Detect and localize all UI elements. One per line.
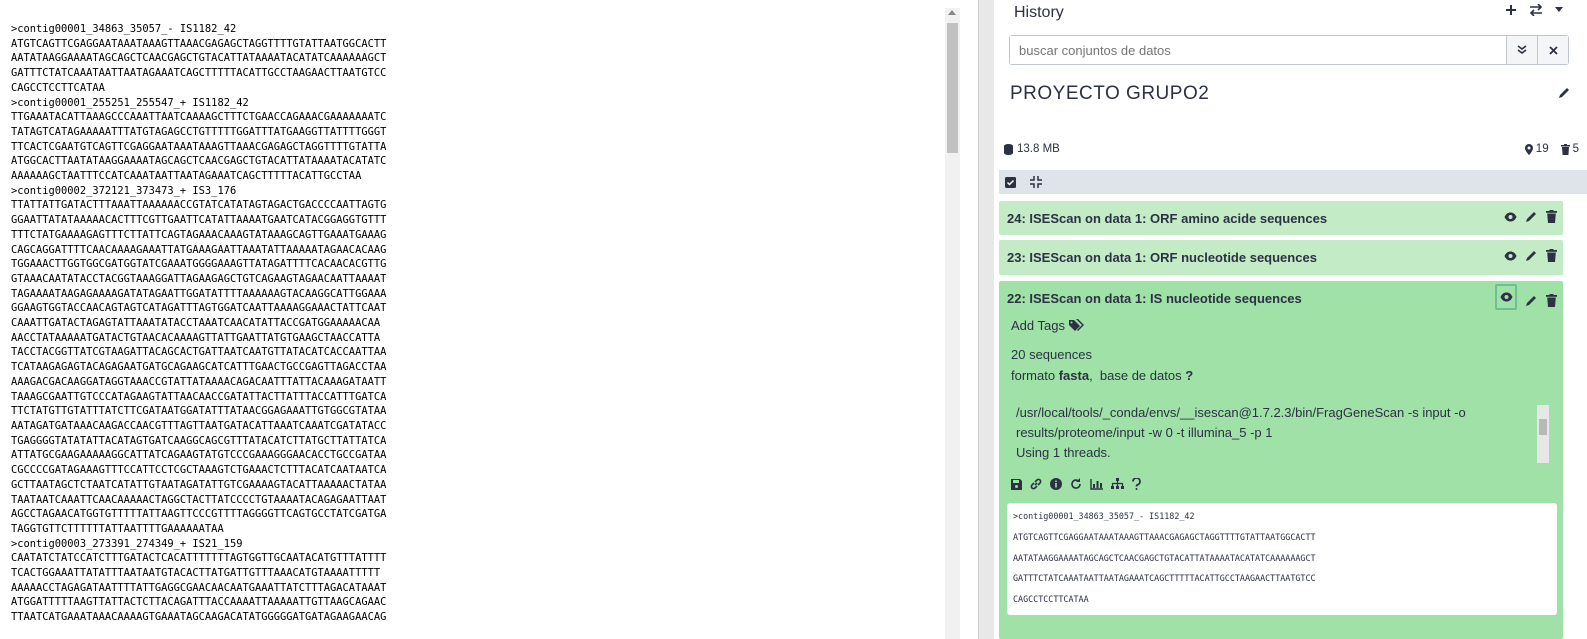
clear-search-button[interactable] [1537, 36, 1568, 64]
dataset-peek: >contig00001_34863_35057_- IS1182_42 ATG… [1007, 503, 1557, 615]
tags-icon [1068, 319, 1084, 331]
double-chevron-down-icon [1517, 45, 1527, 54]
pencil-icon[interactable] [1558, 86, 1571, 99]
info-line: Using 1 threads. [1016, 445, 1111, 460]
eye-icon[interactable] [1495, 284, 1517, 310]
history-name[interactable]: PROYECTO GRUPO2 [1010, 83, 1209, 105]
viewer-scrollbar[interactable] [945, 8, 960, 639]
history-search [1009, 35, 1569, 65]
advanced-search-button[interactable] [1506, 36, 1537, 64]
collapse-all-icon[interactable] [1030, 176, 1042, 188]
info-line: /usr/local/tools/_conda/envs/__isescan@1… [1016, 405, 1466, 420]
history-size[interactable]: 13.8 MB [1004, 143, 1060, 155]
history-panel: History PROYECTO GRUPO2 13.8 MB 19 [994, 0, 1587, 639]
visualize-icon[interactable] [1090, 478, 1103, 490]
scrollbar-thumb[interactable] [947, 23, 958, 153]
info-scrollbar-thumb[interactable] [1539, 419, 1547, 435]
peek-line: ATGTCAGTTCGAGGAATAAATAAAGTTAAACGAGAGCTAG… [1013, 531, 1316, 542]
eye-icon[interactable] [1504, 249, 1517, 262]
history-actions [1505, 4, 1563, 16]
help-icon[interactable] [1132, 478, 1141, 490]
shown-count: 19 [1535, 143, 1549, 155]
peek-line: >contig00001_34863_35057_- IS1182_42 [1013, 511, 1195, 521]
add-tags[interactable]: Add Tags [1011, 318, 1085, 333]
dataset-actions [1504, 210, 1557, 223]
dataset-map-icon[interactable] [1111, 478, 1124, 490]
history-counters: 19 5 [1524, 143, 1579, 155]
info-scrollbar[interactable] [1537, 405, 1549, 463]
dataset-tools [1011, 478, 1141, 490]
select-all-icon[interactable] [1005, 176, 1016, 188]
close-icon [1548, 45, 1558, 55]
save-icon[interactable] [1011, 478, 1022, 490]
dataset-item[interactable]: 23: ISEScan on data 1: ORF nucleotide se… [999, 240, 1563, 275]
spacer [960, 0, 978, 639]
caret-down-icon[interactable] [1555, 7, 1563, 13]
peek-line: GATTTCTATCAAATAATTAATAGAAATCAGCTTTTTACAT… [1013, 573, 1316, 584]
dataset-actions [1504, 249, 1557, 262]
trash-icon[interactable] [1546, 249, 1557, 262]
peek-line: AATATAAGGAAAATAGCAGCTCAACGAGCTGTACATTATA… [1013, 552, 1316, 563]
dataset-info: /usr/local/tools/_conda/envs/__isescan@1… [1011, 403, 1551, 465]
history-toolbar [999, 170, 1587, 194]
dataset-item-expanded: 22: ISEScan on data 1: IS nucleotide seq… [999, 281, 1563, 639]
info-icon[interactable] [1050, 478, 1062, 490]
size-text: 13.8 MB [1017, 143, 1060, 155]
shown-counter[interactable]: 19 [1524, 143, 1549, 155]
eye-icon[interactable] [1504, 210, 1517, 223]
format-label: formato [1011, 368, 1056, 383]
trash-icon[interactable] [1546, 290, 1557, 310]
map-marker-icon [1524, 143, 1533, 155]
dataset-item[interactable]: 24: ISEScan on data 1: ORF amino acide s… [999, 201, 1563, 235]
dataset-title[interactable]: 23: ISEScan on data 1: ORF nucleotide se… [1007, 250, 1317, 265]
switch-history-icon[interactable] [1529, 4, 1543, 16]
rerun-icon[interactable] [1070, 478, 1082, 490]
scroll-up-arrow-icon[interactable] [948, 10, 956, 15]
peek-line: CAGCCTCCTTCATAA [1013, 594, 1089, 605]
trash-icon[interactable] [1546, 210, 1557, 223]
database-label: , base de datos [1089, 368, 1182, 383]
pencil-icon[interactable] [1525, 290, 1538, 310]
info-line: results/proteome/input -w 0 -t illumina_… [1016, 425, 1273, 440]
history-title: History [1014, 4, 1064, 21]
fasta-text: >contig00001_34863_35057_- IS1182_42 ATG… [11, 23, 387, 624]
format-value: fasta [1058, 368, 1090, 383]
trash-icon [1560, 143, 1570, 155]
deleted-counter[interactable]: 5 [1560, 143, 1579, 155]
database-value[interactable]: ? [1185, 368, 1193, 383]
deleted-count: 5 [1572, 143, 1579, 155]
add-tags-label: Add Tags [1011, 318, 1065, 333]
format-line: formato fasta, base de datos ? [1011, 368, 1193, 383]
dataset-actions [1495, 284, 1557, 310]
fasta-viewer: >contig00001_34863_35057_- IS1182_42 ATG… [0, 0, 945, 639]
dataset-title[interactable]: 24: ISEScan on data 1: ORF amino acide s… [1007, 211, 1327, 226]
link-icon[interactable] [1030, 478, 1042, 490]
sequence-count: 20 sequences [1011, 347, 1092, 362]
panel-splitter[interactable] [978, 0, 994, 639]
database-icon [1004, 143, 1013, 155]
pencil-icon[interactable] [1525, 210, 1538, 223]
pencil-icon[interactable] [1525, 249, 1538, 262]
search-input[interactable] [1010, 36, 1506, 64]
dataset-title[interactable]: 22: ISEScan on data 1: IS nucleotide seq… [1007, 291, 1302, 306]
plus-icon[interactable] [1505, 4, 1517, 16]
